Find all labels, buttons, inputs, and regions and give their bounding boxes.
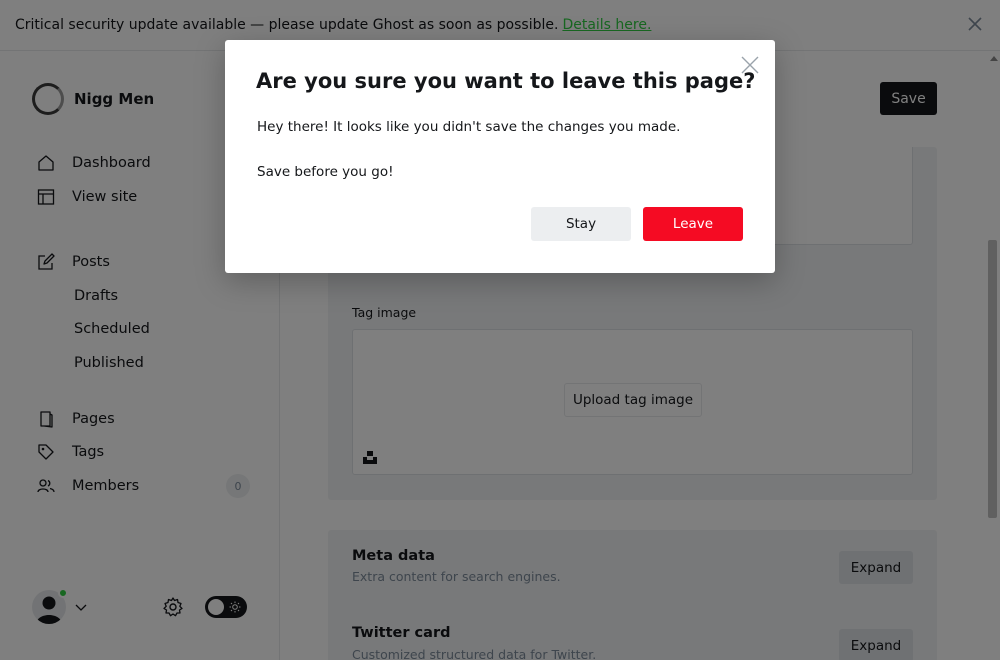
stay-button[interactable]: Stay — [531, 207, 631, 241]
leave-button[interactable]: Leave — [643, 207, 743, 241]
modal-title: Are you sure you want to leave this page… — [256, 69, 756, 93]
modal-body-text: Save before you go! — [257, 164, 394, 180]
leave-page-modal: Are you sure you want to leave this page… — [225, 40, 775, 273]
modal-body-text: Hey there! It looks like you didn't save… — [257, 119, 681, 135]
